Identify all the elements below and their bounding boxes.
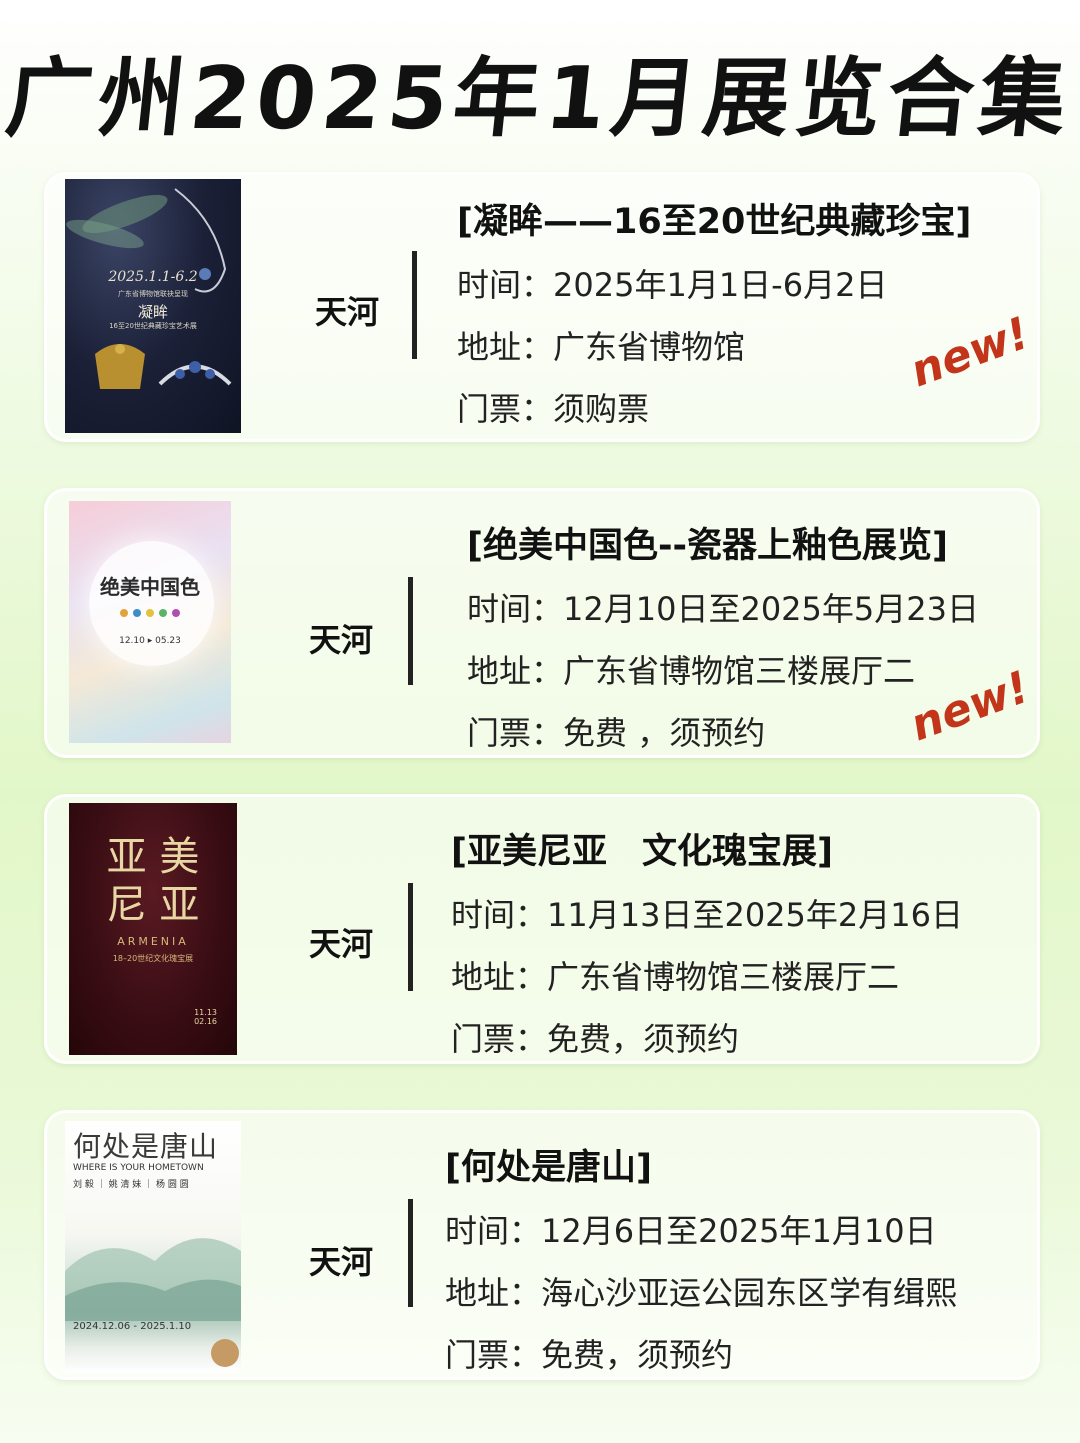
ticket-label: 门票： <box>467 714 564 752</box>
cloud-shape <box>89 541 214 666</box>
ticket-label: 门票： <box>457 390 554 428</box>
time-row: 时间：11月13日至2025年2月16日 <box>451 890 963 936</box>
time-label: 时间： <box>451 896 548 934</box>
poster-name: 亚 美尼 亚 <box>69 833 237 929</box>
district-label: 天河 <box>309 925 374 963</box>
exhibition-info: [绝美中国色--瓷器上釉色展览] 时间：12月10日至2025年5月23日 地址… <box>467 517 979 754</box>
address-row: 地址：海心沙亚运公园东区学有缉熙 <box>445 1268 957 1314</box>
exhibition-info: [凝眸——16至20世纪典藏珍宝] 时间：2025年1月1日-6月2日 地址：广… <box>457 193 971 430</box>
ticket-value: 免费 ，须预约 <box>563 714 766 752</box>
divider <box>412 251 417 359</box>
district-label: 天河 <box>315 293 380 331</box>
poster-name-line: 尼 亚 <box>106 882 200 928</box>
poster-english-name: ARMENIA <box>117 935 189 948</box>
district-label: 天河 <box>309 1243 374 1281</box>
poster-subtitle: 16至20世纪典藏珍宝艺术展 <box>109 322 197 330</box>
exhibition-poster-4[interactable]: 何处是唐山 WHERE IS YOUR HOMETOWN 刘 毅 ｜ 姚 清 妹… <box>65 1121 241 1373</box>
time-label: 时间： <box>457 266 554 304</box>
address-value: 广东省博物馆三楼展厅二 <box>563 652 916 690</box>
time-row: 时间：12月10日至2025年5月23日 <box>467 584 979 630</box>
time-row: 时间：2025年1月1日-6月2日 <box>457 260 971 306</box>
exhibition-card-4[interactable]: 何处是唐山 WHERE IS YOUR HOMETOWN 刘 毅 ｜ 姚 清 妹… <box>44 1110 1040 1380</box>
ticket-value: 免费，须预约 <box>541 1336 734 1374</box>
poster-name: 何处是唐山 <box>73 1130 219 1163</box>
exhibition-poster-2[interactable]: 绝美中国色 12.10 ▸ 05.23 <box>69 501 231 743</box>
ticket-label: 门票： <box>451 1020 548 1058</box>
time-label: 时间： <box>445 1212 542 1250</box>
color-dots <box>120 609 180 617</box>
exhibition-info: [何处是唐山] 时间：12月6日至2025年1月10日 地址：海心沙亚运公园东区… <box>445 1139 957 1376</box>
exhibition-title: [何处是唐山] <box>445 1148 652 1188</box>
poster-subtitle: 18–20世纪文化瑰宝展 <box>112 954 194 963</box>
time-value: 2025年1月1日-6月2日 <box>553 266 888 304</box>
time-value: 12月6日至2025年1月10日 <box>541 1212 937 1250</box>
divider <box>408 1199 413 1307</box>
ticket-value: 须购票 <box>553 390 650 428</box>
exhibition-poster-3[interactable]: 亚 美尼 亚 ARMENIA 18–20世纪文化瑰宝展 11.13 02.16 <box>69 803 237 1055</box>
ticket-row: 门票：免费，须预约 <box>445 1330 957 1376</box>
poster-date: 12.10 ▸ 05.23 <box>119 636 181 646</box>
time-value: 12月10日至2025年5月23日 <box>563 590 979 628</box>
address-label: 地址： <box>445 1274 542 1312</box>
ticket-row: 门票：须购票 <box>457 384 971 430</box>
address-row: 地址：广东省博物馆三楼展厅二 <box>451 952 963 998</box>
time-value: 11月13日至2025年2月16日 <box>547 896 963 934</box>
exhibition-title: [亚美尼亚 文化瑰宝展] <box>451 832 833 872</box>
address-value: 广东省博物馆三楼展厅二 <box>547 958 900 996</box>
exhibition-card-2[interactable]: 绝美中国色 12.10 ▸ 05.23 天河 [绝美中国色--瓷器上釉色展览] … <box>44 488 1040 758</box>
poster-date-start: 11.13 <box>194 1008 217 1017</box>
poster-date: 2025.1.1-6.2 <box>108 269 198 285</box>
divider <box>408 577 413 685</box>
time-row: 时间：12月6日至2025年1月10日 <box>445 1206 957 1252</box>
exhibition-title: [绝美中国色--瓷器上釉色展览] <box>467 526 949 566</box>
ticket-row: 门票：免费 ，须预约 <box>467 708 979 754</box>
address-value: 广东省博物馆 <box>553 328 746 366</box>
divider <box>408 883 413 991</box>
address-label: 地址： <box>457 328 554 366</box>
poster-date-end: 02.16 <box>194 1017 217 1026</box>
page-title: 广州2025年1月展览合集 <box>1 49 1077 149</box>
poster-date: 2024.12.06 - 2025.1.10 <box>73 1321 192 1332</box>
poster-subtitle: 广东省博物馆联袂呈现 <box>118 290 188 298</box>
address-row: 地址：广东省博物馆 <box>457 322 971 368</box>
address-label: 地址： <box>451 958 548 996</box>
district-label: 天河 <box>309 621 374 659</box>
exhibition-card-3[interactable]: 亚 美尼 亚 ARMENIA 18–20世纪文化瑰宝展 11.13 02.16 天… <box>44 794 1040 1064</box>
exhibition-info: [亚美尼亚 文化瑰宝展] 时间：11月13日至2025年2月16日 地址：广东省… <box>451 823 963 1060</box>
address-value: 海心沙亚运公园东区学有缉熙 <box>541 1274 958 1312</box>
exhibition-card-1[interactable]: 2025.1.1-6.2 广东省博物馆联袂呈现 凝眸 16至20世纪典藏珍宝艺术… <box>44 172 1040 442</box>
exhibition-poster-1[interactable]: 2025.1.1-6.2 广东省博物馆联袂呈现 凝眸 16至20世纪典藏珍宝艺术… <box>65 179 241 433</box>
poster-name: 绝美中国色 <box>100 575 200 599</box>
poster-artists: 刘 毅 ｜ 姚 清 妹 ｜ 杨 圆 圆 <box>73 1180 189 1190</box>
exhibition-title: [凝眸——16至20世纪典藏珍宝] <box>457 202 972 242</box>
ticket-row: 门票：免费，须预约 <box>451 1014 963 1060</box>
poster-name-line: 亚 美 <box>106 834 200 880</box>
ticket-value: 免费，须预约 <box>547 1020 740 1058</box>
poster-date: 11.13 02.16 <box>194 1008 217 1026</box>
poster-english-name: WHERE IS YOUR HOMETOWN <box>73 1163 204 1173</box>
address-row: 地址：广东省博物馆三楼展厅二 <box>467 646 979 692</box>
time-label: 时间： <box>467 590 564 628</box>
ticket-label: 门票： <box>445 1336 542 1374</box>
poster-name: 凝眸 <box>137 303 168 321</box>
address-label: 地址： <box>467 652 564 690</box>
